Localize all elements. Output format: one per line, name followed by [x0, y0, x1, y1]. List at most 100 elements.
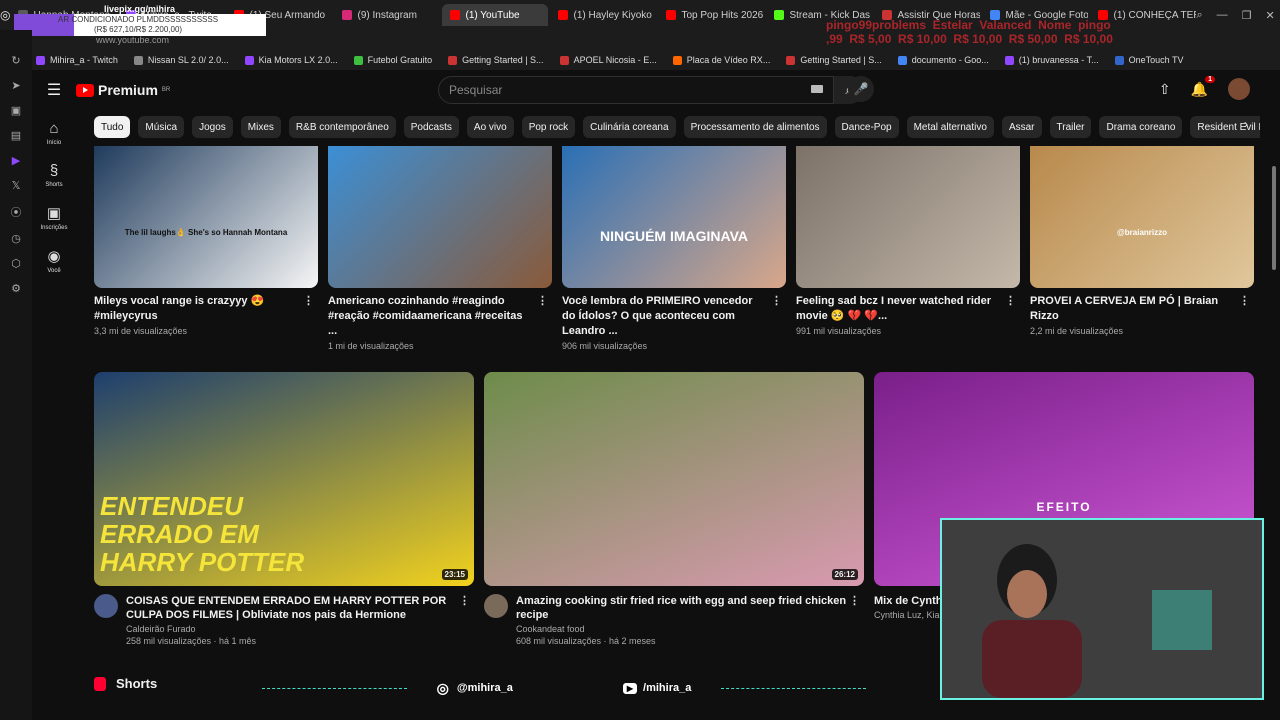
- upload-icon[interactable]: ⇧: [1159, 81, 1171, 98]
- video-title[interactable]: Americano cozinhando #reagindo #reação #…: [328, 294, 552, 339]
- bookmark-item[interactable]: documento - Goo...: [897, 55, 989, 65]
- browser-tab[interactable]: (1) Hayley Kiyoko: [550, 4, 656, 26]
- video-thumbnail[interactable]: The lil laughs👌 She's so Hannah Montana: [94, 146, 318, 288]
- video-card[interactable]: @braianrizzo PROVEI A CERVEJA EM PÓ | Bra…: [1030, 146, 1254, 351]
- browser-tab[interactable]: Top Pop Hits 2026: [658, 4, 764, 26]
- chevron-right-icon[interactable]: ›: [1244, 117, 1248, 131]
- channel-avatar[interactable]: [484, 594, 508, 618]
- filter-chip[interactable]: Trailer: [1049, 116, 1092, 138]
- bookmark-item[interactable]: Getting Started | S...: [786, 55, 882, 65]
- youtube-logo[interactable]: Premium BR: [76, 82, 170, 98]
- bookmark-item[interactable]: Kia Motors LX 2.0...: [244, 55, 338, 65]
- bookmark-item[interactable]: Futebol Gratuito: [353, 55, 432, 65]
- close-icon[interactable]: ✕: [1266, 9, 1275, 22]
- guide-item-shorts[interactable]: § Shorts: [45, 162, 62, 188]
- channel-name[interactable]: Cookandeat food: [516, 624, 864, 634]
- send-icon[interactable]: ➤: [11, 79, 20, 92]
- menu-icon[interactable]: ☰: [32, 80, 76, 100]
- more-options-icon[interactable]: ⋮: [1005, 294, 1016, 309]
- more-options-icon[interactable]: ⋮: [849, 594, 860, 608]
- restore-icon[interactable]: ❐: [1242, 9, 1252, 22]
- video-title[interactable]: Você lembra do PRIMEIRO vencedor do Ídol…: [562, 294, 786, 339]
- bookmark-item[interactable]: Nissan SL 2.0/ 2.0...: [133, 55, 229, 65]
- bookmark-item[interactable]: (1) bruvanessa - T...: [1004, 55, 1099, 65]
- more-options-icon[interactable]: ⋮: [459, 594, 470, 608]
- video-card[interactable]: NINGUÉM IMAGINAVA Você lembra do PRIMEIRO…: [562, 146, 786, 351]
- play-icon[interactable]: ⦿: [11, 204, 22, 220]
- shorts-shelf-title: Shorts: [94, 676, 157, 691]
- guide-item-profile[interactable]: ◉ Você: [47, 247, 60, 274]
- more-options-icon[interactable]: ⋮: [537, 294, 548, 309]
- minimize-icon[interactable]: —: [1217, 9, 1228, 22]
- browser-tab[interactable]: (9) Instagram: [334, 4, 440, 26]
- filter-chip[interactable]: Ao vivo: [466, 116, 514, 138]
- guide-item-subscriptions[interactable]: ▣ Inscrições: [40, 204, 67, 231]
- bookmark-item[interactable]: Mihira_a - Twitch: [36, 55, 118, 65]
- search-input[interactable]: Pesquisar: [438, 76, 834, 104]
- filter-chip[interactable]: Mixes: [240, 116, 281, 138]
- video-card[interactable]: The lil laughs👌 She's so Hannah Montana M…: [94, 146, 318, 351]
- bookmark-item[interactable]: Placa de Vídeo RX...: [672, 55, 771, 65]
- video-thumbnail[interactable]: NINGUÉM IMAGINAVA: [562, 146, 786, 288]
- video-title[interactable]: PROVEI A CERVEJA EM PÓ | Braian Rizzo ⋮: [1030, 294, 1254, 324]
- keyboard-icon[interactable]: [811, 85, 823, 93]
- video-title[interactable]: Amazing cooking stir fried rice with egg…: [516, 594, 864, 622]
- history-icon[interactable]: ↻: [11, 54, 20, 67]
- video-thumbnail[interactable]: @braianrizzo: [1030, 146, 1254, 288]
- bookmark-label: Placa de Vídeo RX...: [686, 55, 771, 65]
- bookmark-label: APOEL Nicosia - E...: [573, 55, 657, 65]
- video-title[interactable]: Feeling sad bcz I never watched rider mo…: [796, 294, 1020, 324]
- browser-tab[interactable]: (1) YouTube: [442, 4, 549, 26]
- video-card[interactable]: 26:12 Amazing cooking stir fried rice wit…: [484, 372, 864, 646]
- search-icon[interactable]: ⌕: [1196, 9, 1202, 22]
- filter-chip[interactable]: Resident Evil F: [1190, 116, 1260, 138]
- filter-chip[interactable]: Jogos: [192, 116, 233, 138]
- clock-icon[interactable]: ◷: [11, 232, 21, 245]
- video-card[interactable]: Feeling sad bcz I never watched rider mo…: [796, 146, 1020, 351]
- video-card[interactable]: ENTENDEU ERRADO EM HARRY POTTER 23:15 COIS…: [94, 372, 474, 646]
- filter-chip[interactable]: Metal alternativo: [906, 116, 994, 138]
- filter-chip[interactable]: Culinária coreana: [583, 116, 676, 138]
- notifications-button[interactable]: 🔔 1: [1191, 75, 1215, 98]
- region-label: BR: [161, 87, 171, 93]
- avatar[interactable]: [1228, 78, 1250, 100]
- filter-chip[interactable]: Drama coreano: [1099, 116, 1183, 138]
- video-thumbnail[interactable]: ENTENDEU ERRADO EM HARRY POTTER 23:15: [94, 372, 474, 586]
- filter-chip[interactable]: Tudo: [94, 116, 131, 138]
- sidebar-app-icon[interactable]: ▤: [11, 129, 21, 142]
- filter-chip[interactable]: Pop rock: [521, 116, 576, 138]
- video-card[interactable]: Americano cozinhando #reagindo #reação #…: [328, 146, 552, 351]
- scrollbar[interactable]: [1272, 166, 1276, 270]
- filter-chip[interactable]: R&B contemporâneo: [288, 116, 396, 138]
- channel-avatar[interactable]: [94, 594, 118, 618]
- more-options-icon[interactable]: ⋮: [1239, 294, 1250, 309]
- filter-chip[interactable]: Dance-Pop: [834, 116, 899, 138]
- channel-name[interactable]: Caldeirão Furado: [126, 624, 474, 634]
- filter-chip[interactable]: Música: [138, 116, 185, 138]
- browser-menu-icon[interactable]: ◎: [0, 8, 10, 22]
- guide-item-home[interactable]: ⌂ Início: [47, 120, 61, 146]
- video-title[interactable]: Mileys vocal range is crazyyy 😍 #mileycy…: [94, 294, 318, 324]
- address-text: www.youtube.com: [96, 35, 170, 45]
- more-options-icon[interactable]: ⋮: [303, 294, 314, 309]
- twitch-icon[interactable]: ▶: [12, 154, 20, 167]
- bookmark-item[interactable]: Getting Started | S...: [448, 55, 544, 65]
- photo-icon[interactable]: ▣: [11, 104, 21, 117]
- bookmark-label: Kia Motors LX 2.0...: [258, 55, 338, 65]
- profile-icon: ◉: [47, 248, 61, 265]
- extension-icon[interactable]: ⬡: [11, 257, 21, 270]
- filter-chip[interactable]: Podcasts: [403, 116, 459, 138]
- filter-chip[interactable]: Assar: [1001, 116, 1042, 138]
- video-title[interactable]: COISAS QUE ENTENDEM ERRADO EM HARRY POTT…: [126, 594, 474, 622]
- more-options-icon[interactable]: ⋮: [771, 294, 782, 309]
- tab-label: Top Pop Hits 2026: [681, 9, 764, 21]
- x-icon[interactable]: 𝕏: [12, 179, 21, 192]
- settings-icon[interactable]: ⚙: [11, 282, 21, 295]
- bookmark-item[interactable]: APOEL Nicosia - E...: [559, 55, 657, 65]
- video-thumbnail[interactable]: [796, 146, 1020, 288]
- filter-chip[interactable]: Processamento de alimentos: [683, 116, 827, 138]
- video-thumbnail[interactable]: 26:12: [484, 372, 864, 586]
- video-thumbnail[interactable]: [328, 146, 552, 288]
- voice-search-button[interactable]: 🎤: [848, 76, 874, 102]
- bookmark-item[interactable]: OneTouch TV: [1114, 55, 1184, 65]
